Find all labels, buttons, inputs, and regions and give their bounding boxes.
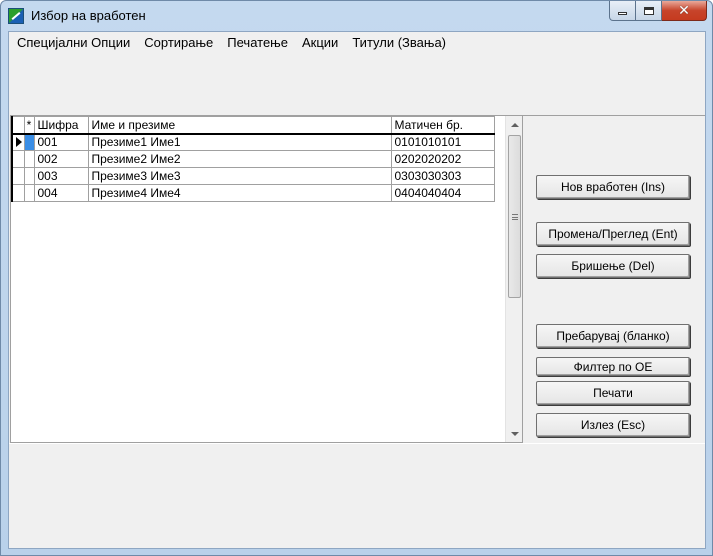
chevron-down-icon [510,431,519,436]
column-header-name[interactable]: Име и презиме [87,116,392,135]
chevron-up-icon [510,122,519,127]
scroll-thumb[interactable] [508,135,521,298]
close-button[interactable]: ✕ [662,1,707,21]
cell-name[interactable]: Презиме2 Име2 [87,150,392,168]
column-header-star[interactable]: * [23,116,35,135]
cell-code[interactable]: 002 [33,150,89,168]
employee-select-window: Избор на вработен ✕ Специјални Опции Сор… [0,0,713,556]
table-row[interactable]: 001 Презиме1 Име1 0101010101 [11,133,495,151]
employee-grid[interactable]: * Шифра Име и презиме Матичен бр. 001 Пр… [10,115,523,443]
column-header-code[interactable]: Шифра [33,116,89,135]
title-bar[interactable]: Избор на вработен ✕ [1,1,712,31]
cell-name[interactable]: Презиме3 Име3 [87,167,392,185]
cell-embg[interactable]: 0202020202 [390,150,495,168]
row-indicator-header [11,116,25,135]
new-employee-button[interactable]: Нов вработен (Ins) [536,175,690,199]
maximize-button[interactable] [636,1,662,21]
close-icon: ✕ [678,2,690,19]
search-button[interactable]: Пребарувај (бланко) [536,324,690,348]
cell-star[interactable] [23,167,35,185]
scroll-down-button[interactable] [506,425,523,442]
row-indicator[interactable] [11,150,25,168]
caption-buttons: ✕ [609,1,707,21]
cell-name[interactable]: Презиме4 Име4 [87,184,392,202]
grip-icon [511,213,518,220]
menu-bar: Специјални Опции Сортирање Печатење Акци… [9,32,705,52]
column-header-embg[interactable]: Матичен бр. [390,116,495,135]
print-button[interactable]: Печати [536,381,690,405]
row-pointer-icon [16,137,22,148]
menu-titles[interactable]: Титули (Звања) [345,33,453,52]
table-row[interactable]: 004 Презиме4 Име4 0404040404 [11,184,495,202]
menu-actions[interactable]: Акции [295,33,345,52]
cell-code[interactable]: 003 [33,167,89,185]
exit-button[interactable]: Излез (Esc) [536,413,690,437]
table-header-row: * Шифра Име и презиме Матичен бр. [11,116,495,135]
cell-name[interactable]: Презиме1 Име1 [87,133,392,151]
cell-star[interactable] [23,184,35,202]
cell-embg[interactable]: 0303030303 [390,167,495,185]
menu-printing[interactable]: Печатење [220,33,295,52]
table-row[interactable]: 003 Презиме3 Име3 0303030303 [11,167,495,185]
row-indicator[interactable] [11,167,25,185]
filter-by-unit-button[interactable]: Филтер по ОЕ [536,357,690,376]
scroll-up-button[interactable] [506,116,523,133]
table-row[interactable]: 002 Презиме2 Име2 0202020202 [11,150,495,168]
row-indicator[interactable] [11,133,25,151]
row-indicator[interactable] [11,184,25,202]
menu-sorting[interactable]: Сортирање [137,33,220,52]
selected-cell[interactable] [23,133,35,151]
bottom-panel [9,443,705,548]
cell-embg[interactable]: 0101010101 [390,133,495,151]
edit-view-button[interactable]: Промена/Преглед (Ent) [536,222,690,246]
grid-vertical-scrollbar[interactable] [505,116,522,442]
window-title: Избор на вработен [31,8,146,23]
client-area: Специјални Опции Сортирање Печатење Акци… [8,31,706,549]
action-button-panel: Нов вработен (Ins) Промена/Преглед (Ent)… [523,115,705,443]
cell-embg[interactable]: 0404040404 [390,184,495,202]
cell-star[interactable] [23,150,35,168]
minimize-button[interactable] [609,1,636,21]
menu-special-options[interactable]: Специјални Опции [10,33,137,52]
delete-button[interactable]: Бришење (Del) [536,254,690,278]
app-logo-icon [8,8,24,24]
cell-code[interactable]: 004 [33,184,89,202]
minimize-icon [618,12,627,15]
cell-code[interactable]: 001 [33,133,89,151]
maximize-icon [643,6,654,15]
employee-table: * Шифра Име и презиме Матичен бр. 001 Пр… [11,116,495,202]
